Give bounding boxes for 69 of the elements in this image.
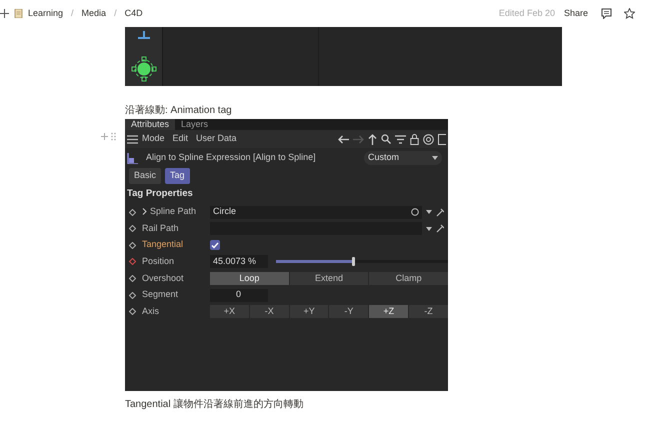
caret-icon[interactable]	[426, 226, 432, 231]
slider-track[interactable]	[276, 260, 448, 264]
star-icon[interactable]	[624, 8, 635, 19]
breadcrumb-link[interactable]: Learning	[28, 6, 64, 20]
caret-icon[interactable]	[426, 210, 432, 214]
menu-item[interactable]: Edit	[168, 132, 192, 146]
parameter-label: Spline Path	[150, 206, 196, 216]
parameter-label: Rail Path	[142, 222, 179, 233]
breadcrumb-separator: /	[114, 6, 117, 20]
keyframe-icon[interactable]	[129, 242, 136, 249]
target-icon[interactable]	[423, 134, 434, 144]
keyframe-icon[interactable]	[129, 208, 136, 216]
caption: 沿著線動: Animation tag	[125, 104, 233, 118]
keyframe-icon[interactable]	[129, 258, 136, 266]
parameter-label: Overshoot	[142, 272, 184, 283]
object-title: Align to Spline Expression [Align to Spline]	[146, 151, 316, 164]
parameter-label: Tangential	[142, 239, 184, 250]
slider-thumb[interactable]	[352, 257, 356, 266]
back-arrow-icon[interactable]	[338, 134, 349, 144]
breadcrumb-separator: /	[71, 6, 74, 20]
option-button[interactable]: Clamp	[369, 272, 448, 285]
keyframe-icon[interactable]	[129, 308, 136, 316]
option-button[interactable]: Loop	[210, 272, 289, 285]
option-button[interactable]: -X	[250, 305, 289, 318]
panel-tab[interactable]: Layers	[175, 119, 214, 130]
comment-icon[interactable]	[601, 8, 612, 19]
circle-spline-icon	[130, 56, 156, 82]
option-button[interactable]: -Y	[329, 305, 368, 318]
option-button[interactable]: +Y	[290, 305, 328, 318]
parameter-label: Axis	[142, 306, 160, 316]
circle-icon	[411, 208, 419, 216]
section-heading: Tag Properties	[126, 186, 194, 200]
search-icon[interactable]	[381, 134, 391, 144]
keyframe-icon[interactable]	[129, 225, 136, 232]
panel-tab[interactable]: Attributes	[125, 119, 176, 130]
parameter-label: Position	[142, 256, 174, 266]
share-button[interactable]: Share	[562, 6, 589, 22]
field-value: Circle	[213, 205, 236, 218]
panel-tab[interactable]: Tag	[165, 168, 190, 184]
menu-icon[interactable]	[127, 134, 138, 144]
keyframe-icon[interactable]	[129, 292, 136, 299]
checkbox[interactable]	[210, 240, 220, 250]
lock-icon[interactable]	[410, 134, 419, 144]
panel-tab[interactable]: Basic	[129, 168, 162, 184]
expand-caret-icon[interactable]	[142, 208, 147, 216]
preset-dropdown[interactable]: Custom	[364, 151, 442, 165]
option-button[interactable]: +X	[210, 305, 249, 318]
caret-icon	[432, 156, 438, 160]
number-field[interactable]: 0	[210, 288, 268, 302]
up-arrow-icon[interactable]	[368, 134, 377, 144]
option-button[interactable]: Extend	[290, 272, 368, 285]
caption: Tangential 讓物件沿著線前進的方向轉動	[125, 398, 304, 412]
keyframe-icon[interactable]	[129, 274, 136, 282]
breadcrumb-link[interactable]: C4D	[124, 6, 143, 20]
drag-handle-icon[interactable]	[101, 132, 116, 141]
number-field[interactable]: 45.0073 %	[210, 255, 268, 268]
option-button[interactable]: -Z	[409, 305, 448, 318]
edited-time: Edited Feb 20	[498, 6, 555, 20]
menu-item[interactable]: User Data	[192, 132, 241, 146]
menu-item[interactable]: Mode	[138, 132, 169, 146]
link-field[interactable]: Circle	[210, 206, 422, 219]
tag-icon	[127, 152, 138, 164]
notepad-icon	[14, 9, 23, 18]
axis-icon	[136, 31, 150, 41]
breadcrumb-link[interactable]: Media	[82, 6, 106, 20]
option-button[interactable]: +Z	[369, 305, 408, 318]
add-icon[interactable]	[0, 9, 9, 18]
parameter-label: Segment	[142, 289, 178, 300]
filter-icon[interactable]	[395, 134, 406, 144]
